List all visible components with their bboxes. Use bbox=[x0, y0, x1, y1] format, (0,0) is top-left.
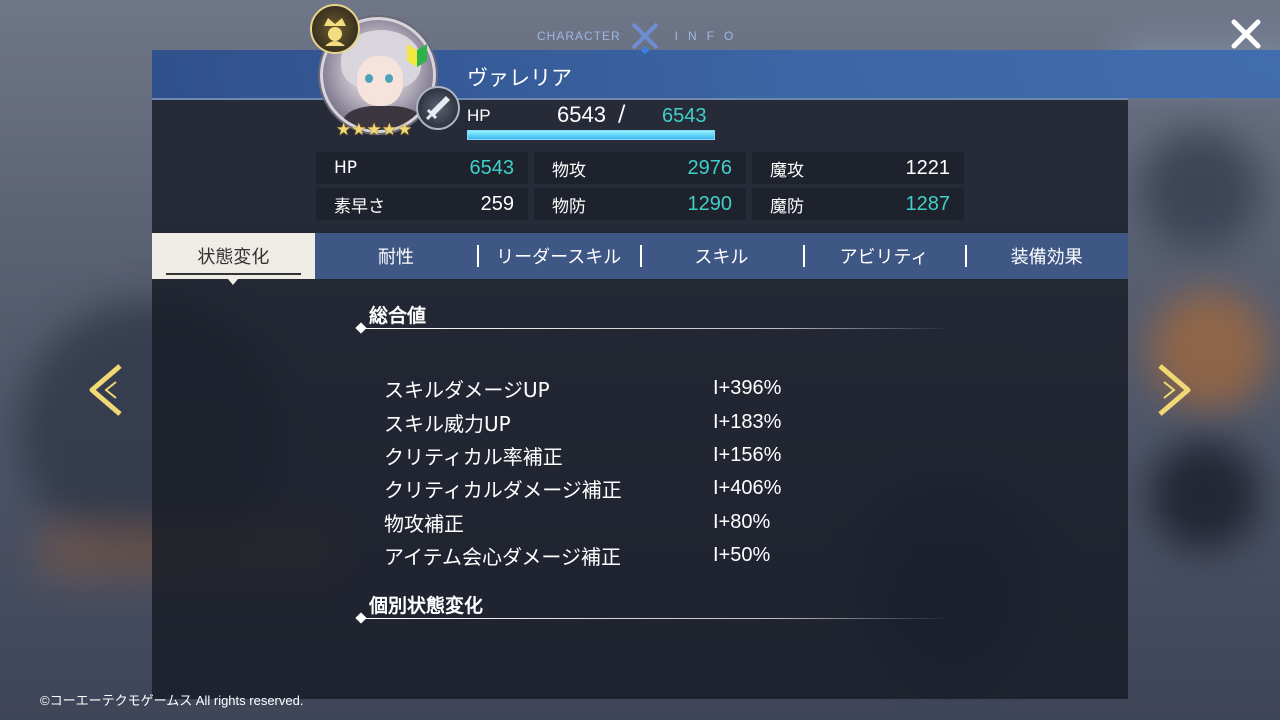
effect-value: I+50% bbox=[713, 544, 771, 567]
effect-value: I+80% bbox=[713, 510, 771, 533]
stat-label: 魔防 bbox=[770, 196, 804, 217]
close-button[interactable] bbox=[1226, 14, 1266, 54]
list-item: スキル威力UP I+183% bbox=[384, 405, 844, 438]
stats-grid: HP 6543 物攻 2976 魔攻 1221 素早さ 259 物防 1290 魔防 128… bbox=[316, 152, 964, 220]
list-item: クリティカルダメージ補正 I+406% bbox=[384, 472, 844, 505]
attack-type-sword-icon bbox=[416, 86, 460, 130]
chevron-right-icon bbox=[1158, 364, 1191, 416]
stat-label: 素早さ bbox=[334, 196, 385, 217]
effect-value: I+406% bbox=[713, 477, 782, 500]
screen-title-character: CHARACTER bbox=[537, 29, 621, 43]
stat-value: 1287 bbox=[905, 192, 951, 215]
effect-name: 物攻補正 bbox=[384, 511, 464, 536]
beginner-mark-icon bbox=[404, 42, 430, 68]
hp-label: HP bbox=[467, 106, 491, 125]
tab-leader-skill[interactable]: リーダースキル bbox=[477, 233, 640, 279]
stat-hp: HP 6543 bbox=[316, 152, 528, 184]
section-title-total: 総合値 bbox=[369, 305, 427, 327]
effect-value: I+183% bbox=[713, 410, 782, 433]
previous-character-button[interactable] bbox=[86, 362, 126, 418]
effect-name: スキルダメージUP bbox=[384, 378, 550, 403]
active-tab-pointer bbox=[228, 279, 238, 285]
list-item: スキルダメージUP I+396% bbox=[384, 372, 844, 405]
info-tabs: 状態変化 耐性 リーダースキル スキル アビリティ 装備効果 bbox=[152, 233, 1128, 279]
stat-value: 1221 bbox=[905, 156, 951, 179]
effect-value: I+156% bbox=[713, 443, 782, 466]
section-divider bbox=[362, 328, 952, 329]
effect-name: スキル威力UP bbox=[384, 411, 511, 436]
tab-ability[interactable]: アビリティ bbox=[802, 233, 966, 279]
section-divider bbox=[362, 618, 952, 619]
header-divider bbox=[152, 98, 1128, 100]
tab-equipment-effects[interactable]: 装備効果 bbox=[965, 233, 1128, 279]
tab-status-effects[interactable]: 状態変化 bbox=[152, 233, 315, 279]
stat-label: HP bbox=[334, 158, 358, 178]
list-item: クリティカル率補正 I+156% bbox=[384, 439, 844, 472]
hp-bar-fill bbox=[468, 131, 714, 139]
hp-bar bbox=[467, 130, 715, 140]
hp-max: 6543 bbox=[662, 105, 707, 127]
crossed-swords-icon bbox=[627, 18, 663, 55]
next-character-button[interactable] bbox=[1154, 362, 1194, 418]
effect-name: クリティカル率補正 bbox=[384, 444, 563, 469]
tab-skill[interactable]: スキル bbox=[640, 233, 803, 279]
stat-phys-def: 物防 1290 bbox=[534, 188, 746, 220]
stat-value: 2976 bbox=[687, 156, 733, 179]
stat-value: 1290 bbox=[687, 192, 733, 215]
stat-value: 259 bbox=[480, 192, 514, 215]
screen-title-info: INFO bbox=[674, 29, 744, 43]
stat-label: 物防 bbox=[552, 196, 586, 217]
stat-mag-atk: 魔攻 1221 bbox=[752, 152, 964, 184]
copyright-notice: ©コーエーテクモゲームス All rights reserved. bbox=[40, 693, 304, 708]
chevron-left-icon bbox=[89, 364, 122, 416]
stat-speed: 素早さ 259 bbox=[316, 188, 528, 220]
stat-label: 魔攻 bbox=[770, 160, 804, 181]
list-item: アイテム会心ダメージ補正 I+50% bbox=[384, 539, 844, 572]
section-title-individual: 個別状態変化 bbox=[369, 595, 484, 617]
stat-value: 6543 bbox=[469, 156, 515, 179]
effect-name: アイテム会心ダメージ補正 bbox=[384, 545, 621, 570]
list-item: 物攻補正 I+80% bbox=[384, 506, 844, 539]
character-name: ヴァレリア bbox=[467, 66, 572, 90]
stat-mag-def: 魔防 1287 bbox=[752, 188, 964, 220]
hp-separator: / bbox=[618, 102, 626, 127]
hp-current: 6543 bbox=[557, 102, 606, 127]
crown-icon bbox=[310, 4, 360, 54]
stat-phys-atk: 物攻 2976 bbox=[534, 152, 746, 184]
stat-label: 物攻 bbox=[552, 160, 586, 181]
rarity-stars: ★★★★★ bbox=[336, 120, 413, 140]
screen-title: CHARACTER INFO bbox=[537, 18, 744, 55]
close-icon bbox=[1231, 19, 1261, 49]
effects-list: スキルダメージUP I+396% スキル威力UP I+183% クリティカル率補正 I… bbox=[384, 372, 844, 572]
effect-value: I+396% bbox=[713, 377, 782, 400]
tab-resistance[interactable]: 耐性 bbox=[315, 233, 478, 279]
effect-name: クリティカルダメージ補正 bbox=[384, 478, 622, 503]
